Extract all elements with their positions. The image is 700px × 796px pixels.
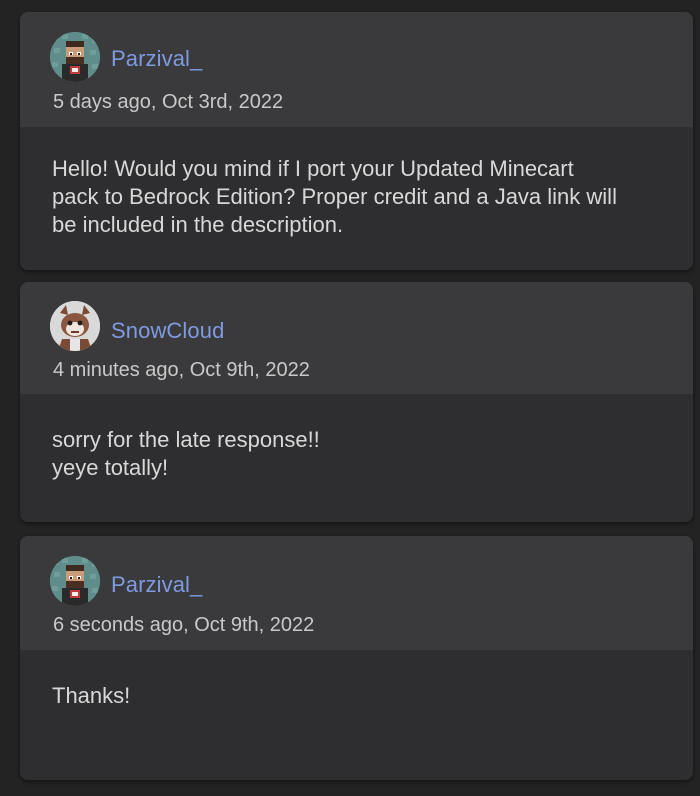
comment-card: Parzival_ 5 days ago, Oct 3rd, 2022 Hell… <box>20 12 693 270</box>
comment-body: Hello! Would you mind if I port your Upd… <box>20 127 693 270</box>
username[interactable]: SnowCloud <box>111 318 224 344</box>
comment-thread: Parzival_ 5 days ago, Oct 3rd, 2022 Hell… <box>0 0 700 796</box>
pixel-character-avatar-icon[interactable] <box>50 32 100 82</box>
timestamp: 5 days ago, Oct 3rd, 2022 <box>53 91 284 113</box>
comment-body: sorry for the late response!! yeye total… <box>20 394 693 522</box>
comment-message: sorry for the late response!! yeye total… <box>52 427 320 480</box>
cartoon-character-avatar-icon[interactable] <box>50 301 100 351</box>
timestamp: 6 seconds ago, Oct 9th, 2022 <box>53 614 315 636</box>
username[interactable]: Parzival_ <box>111 46 202 72</box>
comment-card: Parzival_ 6 seconds ago, Oct 9th, 2022 T… <box>20 536 693 780</box>
username[interactable]: Parzival_ <box>111 572 202 598</box>
timestamp: 4 minutes ago, Oct 9th, 2022 <box>53 359 310 381</box>
comment-message: Thanks! <box>52 683 131 708</box>
comment-header: Parzival_ 6 seconds ago, Oct 9th, 2022 <box>20 536 693 650</box>
comment-card: SnowCloud 4 minutes ago, Oct 9th, 2022 s… <box>20 282 693 522</box>
comment-header: Parzival_ 5 days ago, Oct 3rd, 2022 <box>20 12 693 127</box>
comment-message: Hello! Would you mind if I port your Upd… <box>52 156 617 237</box>
pixel-character-avatar-icon[interactable] <box>50 556 100 606</box>
comment-body: Thanks! <box>20 650 693 780</box>
comment-header: SnowCloud 4 minutes ago, Oct 9th, 2022 <box>20 282 693 394</box>
